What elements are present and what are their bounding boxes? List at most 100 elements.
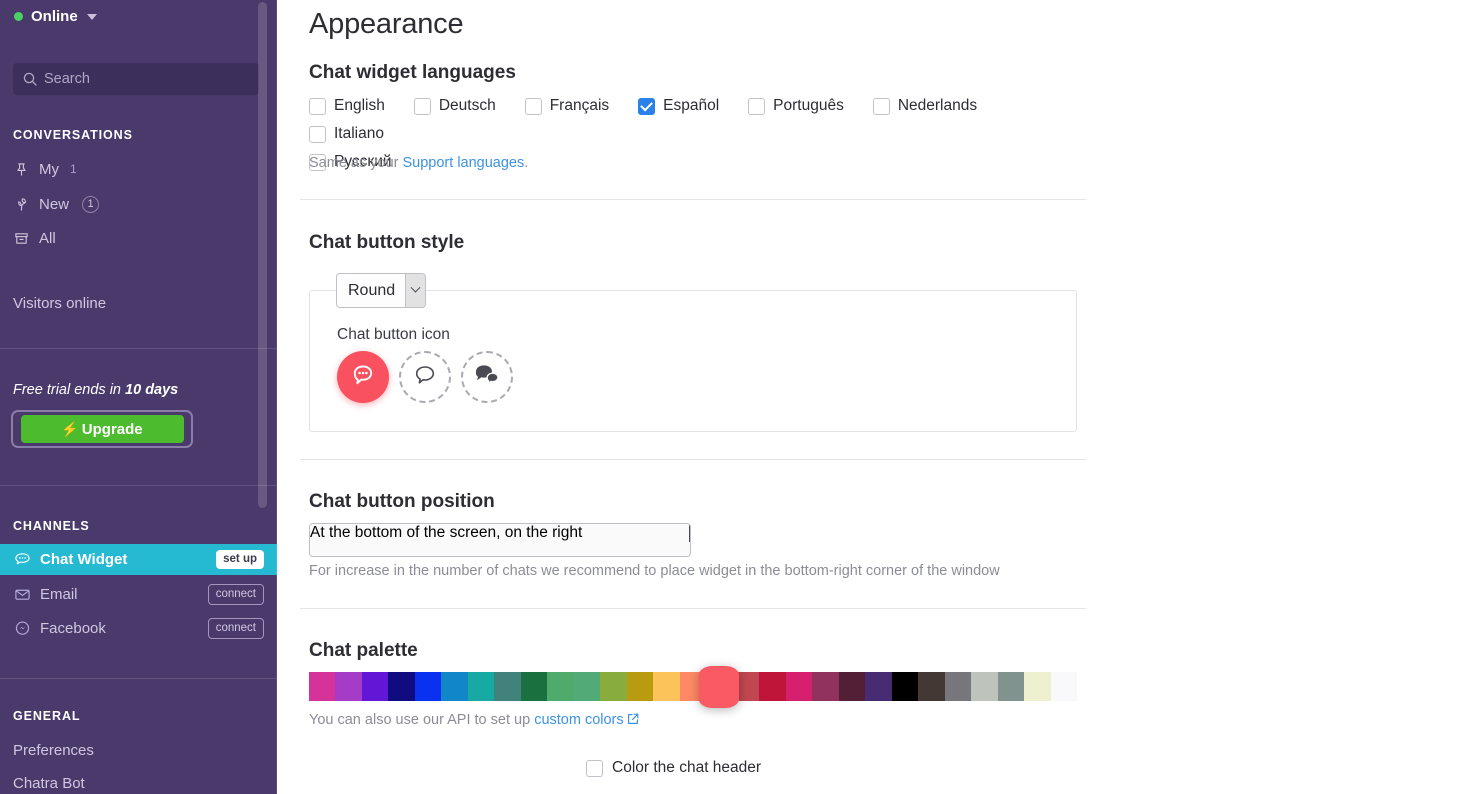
search-icon bbox=[23, 72, 37, 86]
sidebar-scrollbar-thumb[interactable] bbox=[258, 2, 267, 508]
language-option-italiano[interactable]: Italiano bbox=[309, 123, 384, 145]
trial-prefix: Free trial ends in bbox=[13, 382, 126, 398]
sidebar-item-visitors-online[interactable]: Visitors online bbox=[0, 288, 277, 318]
language-option-deutsch[interactable]: Deutsch bbox=[413, 95, 496, 117]
chat-button-shape-value: Round bbox=[337, 274, 406, 307]
palette-swatch[interactable] bbox=[865, 672, 892, 701]
sidebar-item-email[interactable]: Email connect bbox=[0, 579, 277, 610]
facebook-connect-button[interactable]: connect bbox=[207, 618, 264, 639]
sprout-icon bbox=[13, 196, 30, 213]
sidebar-item-my[interactable]: My 1 bbox=[0, 154, 277, 184]
sidebar-item-visitors-label: Visitors online bbox=[13, 294, 107, 312]
checkbox-nederlands[interactable] bbox=[872, 97, 890, 115]
palette-swatch[interactable] bbox=[520, 672, 548, 701]
palette-swatch[interactable] bbox=[891, 672, 919, 701]
sidebar-item-chat-widget[interactable]: Chat Widget set up bbox=[0, 544, 277, 575]
bubble-dots-icon-option[interactable] bbox=[337, 351, 389, 403]
upgrade-button[interactable]: ⚡ Upgrade bbox=[20, 415, 184, 443]
palette-swatch[interactable] bbox=[997, 672, 1025, 701]
palette-swatch[interactable] bbox=[944, 672, 972, 701]
email-connect-button[interactable]: connect bbox=[207, 584, 264, 605]
color-chat-header-option[interactable]: Color the chat header bbox=[586, 759, 761, 777]
support-languages-link[interactable]: Support languages bbox=[403, 155, 525, 171]
chat-bubble-icon bbox=[13, 551, 31, 569]
palette-swatch[interactable] bbox=[414, 672, 442, 701]
checkbox-espanol[interactable] bbox=[638, 97, 656, 115]
palette-swatch[interactable] bbox=[653, 672, 680, 701]
checkbox-portugues[interactable] bbox=[748, 97, 766, 115]
sidebar-scrollbar[interactable] bbox=[258, 0, 272, 794]
palette-swatch[interactable] bbox=[573, 672, 601, 701]
sidebar-item-my-count: 1 bbox=[70, 162, 77, 176]
checkbox-deutsch[interactable] bbox=[413, 97, 431, 115]
chat-button-position-heading: Chat button position bbox=[309, 491, 495, 512]
palette-swatch[interactable] bbox=[1050, 672, 1078, 701]
status-selector[interactable]: Online bbox=[14, 5, 97, 27]
section-divider bbox=[300, 199, 1086, 200]
chat-widget-setup-badge[interactable]: set up bbox=[216, 550, 264, 569]
language-label-english: English bbox=[334, 97, 385, 114]
checkbox-color-chat-header[interactable] bbox=[586, 759, 603, 777]
two-bubbles-icon-option[interactable] bbox=[461, 351, 513, 403]
conversations-section-title: CONVERSATIONS bbox=[13, 128, 133, 142]
general-section-title: GENERAL bbox=[13, 709, 81, 723]
palette-swatch[interactable] bbox=[971, 672, 998, 701]
language-label-italiano: Italiano bbox=[334, 125, 384, 142]
chat-palette-swatches bbox=[309, 666, 1078, 708]
palette-swatch[interactable] bbox=[600, 672, 627, 701]
sidebar-item-facebook-label: Facebook bbox=[40, 620, 106, 637]
palette-swatch[interactable] bbox=[388, 672, 415, 701]
sidebar-item-email-label: Email bbox=[40, 586, 78, 603]
checkbox-italiano[interactable] bbox=[309, 125, 326, 143]
palette-swatch[interactable] bbox=[918, 672, 945, 701]
palette-swatch[interactable] bbox=[838, 672, 866, 701]
messenger-icon bbox=[13, 620, 31, 638]
page-title: Appearance bbox=[309, 8, 464, 40]
section-divider bbox=[300, 459, 1086, 460]
palette-swatch[interactable] bbox=[467, 672, 495, 701]
palette-swatch[interactable] bbox=[441, 672, 468, 701]
chat-button-icon-choices bbox=[337, 351, 513, 403]
sidebar-divider bbox=[0, 678, 277, 679]
language-option-francais[interactable]: Français bbox=[524, 95, 609, 117]
palette-swatch[interactable] bbox=[785, 672, 813, 701]
palette-swatch[interactable] bbox=[335, 672, 362, 701]
section-divider bbox=[300, 608, 1086, 609]
search-input[interactable]: Search bbox=[13, 63, 259, 95]
palette-swatch[interactable] bbox=[1024, 672, 1051, 701]
sidebar-item-my-label: My bbox=[39, 160, 59, 178]
language-option-nederlands[interactable]: Nederlands bbox=[872, 95, 977, 117]
palette-swatch[interactable] bbox=[626, 672, 654, 701]
language-option-portugues[interactable]: Português bbox=[748, 95, 844, 117]
languages-note-prefix: Same as your bbox=[309, 155, 403, 171]
bubble-outline-icon bbox=[412, 362, 438, 393]
language-option-espanol[interactable]: Español bbox=[638, 95, 719, 117]
palette-swatch-selected[interactable] bbox=[698, 666, 741, 708]
palette-swatch[interactable] bbox=[361, 672, 389, 701]
palette-swatch[interactable] bbox=[309, 672, 336, 701]
chevron-down-icon bbox=[405, 274, 426, 307]
chat-button-style-panel: Round Chat button icon bbox=[309, 273, 1077, 432]
language-label-portugues: Português bbox=[773, 97, 844, 114]
checkbox-english[interactable] bbox=[309, 97, 326, 115]
sidebar-item-facebook[interactable]: Facebook connect bbox=[0, 613, 277, 644]
sidebar-item-new[interactable]: New 1 bbox=[0, 189, 277, 219]
chat-button-position-select[interactable]: At the bottom of the screen, on the righ… bbox=[309, 523, 691, 557]
custom-colors-link[interactable]: custom colors bbox=[534, 712, 623, 728]
upgrade-button-label: Upgrade bbox=[81, 420, 143, 438]
chat-button-shape-select[interactable]: Round bbox=[336, 273, 427, 308]
color-chat-header-label: Color the chat header bbox=[612, 759, 762, 776]
pin-icon bbox=[13, 161, 30, 178]
sidebar-item-all[interactable]: All bbox=[0, 223, 277, 253]
palette-swatch[interactable] bbox=[812, 672, 839, 701]
language-label-deutsch: Deutsch bbox=[438, 97, 496, 114]
palette-swatch[interactable] bbox=[547, 672, 574, 701]
palette-swatch[interactable] bbox=[759, 672, 786, 701]
palette-swatch[interactable] bbox=[494, 672, 521, 701]
bubble-outline-icon-option[interactable] bbox=[399, 351, 451, 403]
sidebar-item-preferences[interactable]: Preferences bbox=[13, 742, 94, 759]
sidebar-item-chatra-bot[interactable]: Chatra Bot bbox=[13, 775, 85, 792]
language-option-english[interactable]: English bbox=[309, 95, 385, 117]
checkbox-francais[interactable] bbox=[524, 97, 542, 115]
chat-palette-note-prefix: You can also use our API to set up bbox=[309, 712, 535, 728]
